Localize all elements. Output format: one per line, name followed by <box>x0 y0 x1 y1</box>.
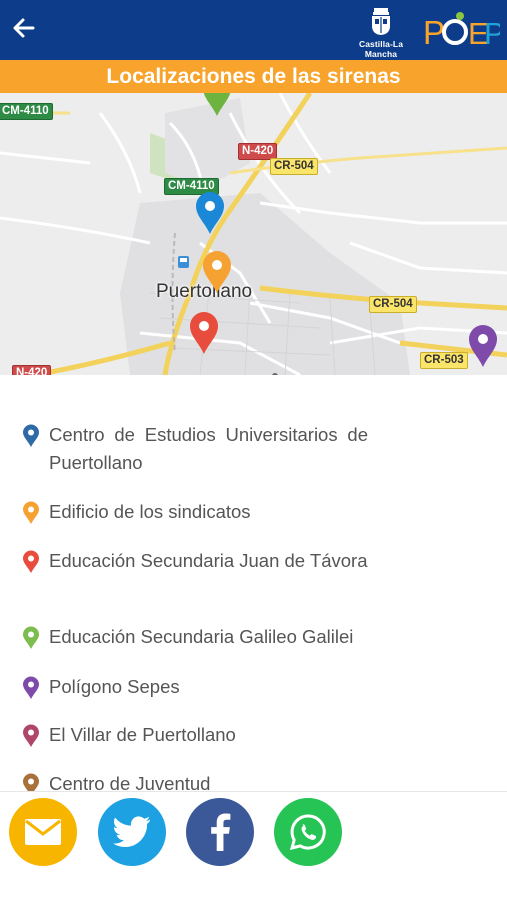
list-item[interactable]: Educación Secundaria Galileo Galilei <box>22 623 368 651</box>
map-marker-icon <box>23 424 39 447</box>
map-pin-green[interactable] <box>202 93 232 117</box>
top-app-bar: Castilla-La Mancha P E P <box>0 0 507 60</box>
list-item-label: Polígono Sepes <box>49 676 180 697</box>
list-item[interactable]: Edificio de los sindicatos <box>22 498 368 526</box>
road-label-cm-4110-west: CM-4110 <box>0 103 53 120</box>
list-item-label: Centro de Juventud <box>49 773 211 791</box>
list-item-label: Centro de Estudios Universitarios de Pue… <box>49 424 368 473</box>
crest-icon <box>372 8 390 35</box>
map-marker-icon <box>23 626 39 649</box>
share-facebook-button[interactable] <box>186 798 254 866</box>
map-marker-icon <box>23 773 39 791</box>
map-pin-purple[interactable] <box>468 324 498 368</box>
road-label-cr-504-east: CR-504 <box>369 296 417 313</box>
list-item[interactable]: Centro de Juventud <box>22 770 368 791</box>
share-whatsapp-button[interactable] <box>274 798 342 866</box>
list-item[interactable]: Educación Secundaria Juan de Távora <box>22 547 368 575</box>
share-email-button[interactable] <box>9 798 77 866</box>
list-item[interactable]: El Villar de Puertollano <box>22 721 368 749</box>
whatsapp-icon <box>289 814 326 851</box>
svg-text:P: P <box>484 16 500 51</box>
share-twitter-button[interactable] <box>98 798 166 866</box>
road-label-cr-503: CR-503 <box>420 352 468 369</box>
map-marker-icon <box>23 501 39 524</box>
svg-text:P: P <box>423 14 445 51</box>
castilla-la-mancha-logo: Castilla-La Mancha <box>342 6 420 59</box>
share-bar <box>0 791 507 900</box>
map-view[interactable]: CM-4110 N-420 CR-504 CM-4110 CR-504 CR-5… <box>0 93 507 375</box>
road-label-cr-504-north: CR-504 <box>270 158 318 175</box>
back-button[interactable] <box>8 12 40 44</box>
list-item-label: Educación Secundaria Juan de Távora <box>49 550 368 571</box>
map-marker-icon <box>23 724 39 747</box>
list-item-label: Educación Secundaria Galileo Galilei <box>49 626 354 647</box>
map-pin-orange[interactable] <box>202 250 232 294</box>
map-marker-icon <box>23 676 39 699</box>
locations-list[interactable]: Centro de Estudios Universitarios de Pue… <box>0 375 507 791</box>
map-marker-icon <box>23 550 39 573</box>
title-banner: Localizaciones de las sirenas <box>0 60 507 93</box>
page-title: Localizaciones de las sirenas <box>106 64 401 88</box>
arrow-left-icon <box>13 18 35 38</box>
twitter-bird-icon <box>113 816 151 848</box>
pcep-logo: P E P <box>423 12 500 51</box>
map-pin-blue[interactable] <box>195 191 225 235</box>
map-pin-red[interactable] <box>189 311 219 355</box>
logo-region-text: Castilla-La Mancha <box>358 39 404 59</box>
list-item[interactable]: Polígono Sepes <box>22 673 368 701</box>
list-item[interactable]: Centro de Estudios Universitarios de Pue… <box>22 421 368 477</box>
list-item-label: Edificio de los sindicatos <box>49 501 251 522</box>
facebook-f-icon <box>211 813 231 851</box>
road-label-n-420-south: N-420 <box>12 365 52 375</box>
envelope-icon <box>25 819 61 845</box>
list-item-label: El Villar de Puertollano <box>49 724 236 745</box>
app-screen: Castilla-La Mancha P E P Localizaciones … <box>0 0 507 900</box>
map-base <box>0 93 507 375</box>
